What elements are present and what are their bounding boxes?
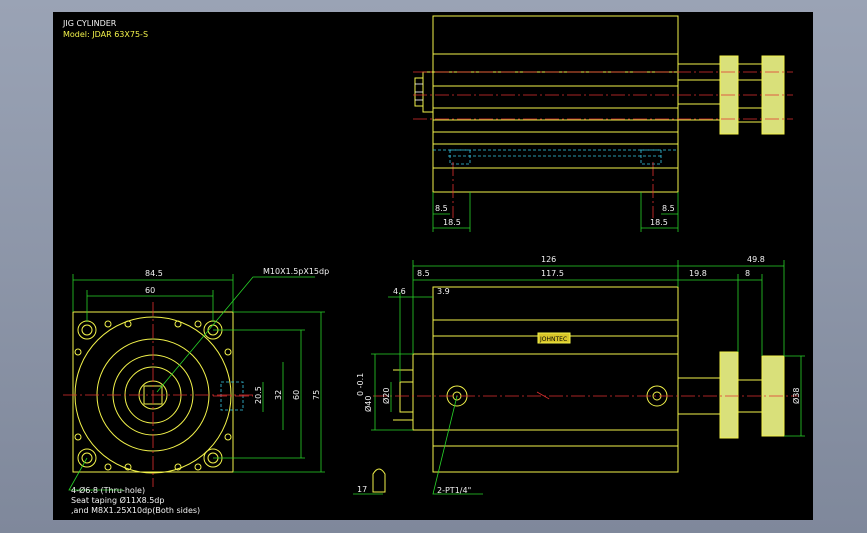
front-dim-32: 32 [274, 390, 283, 400]
front-note-2: Seat taping Ø11X8.5dp [71, 495, 164, 505]
drawing-title: JIG CYLINDER [62, 19, 117, 28]
top-body-outline [432, 15, 679, 145]
top-dim-a: 8.5 [435, 204, 448, 213]
front-note-3: ,and M8X1.25X10dp(Both sides) [71, 506, 200, 515]
side-view: JOHNTEC 126 49.8 117.5 8.5 19.8 8 4.6 3.… [353, 255, 805, 495]
top-dim-d: 18.5 [650, 218, 668, 227]
side-dim-dia-20: Ø20 [381, 388, 391, 404]
top-dim-c: 8.5 [662, 204, 675, 213]
side-dim-4-6: 4.6 [393, 287, 406, 296]
drawing-canvas[interactable]: JIG CYLINDER Model: JDAR 63X75-S 8.5 18.… [53, 12, 813, 520]
side-dim-total: 126 [541, 255, 556, 264]
front-note-1: 4-Ø6.8 (Thru-hole) [71, 485, 145, 495]
name-plate-label: JOHNTEC [539, 336, 567, 343]
top-view: 8.5 18.5 8.5 18.5 [413, 15, 793, 232]
cad-window: JIG CYLINDER Model: JDAR 63X75-S 8.5 18.… [0, 0, 867, 533]
side-dim-dia-40-tol: 0 -0.1 [356, 373, 365, 396]
side-dim-dia-40: Ø40 [363, 396, 373, 412]
front-thread-callout: M10X1.5pX15dp [263, 267, 329, 276]
side-dim-extra: 49.8 [747, 255, 765, 264]
drawing-model: Model: JDAR 63X75-S [63, 30, 148, 39]
side-dim-19-8: 19.8 [689, 269, 707, 278]
front-dim-20-5: 20.5 [254, 386, 263, 404]
side-dim-8: 8 [745, 269, 750, 278]
front-dim-width-inner: 60 [145, 286, 155, 295]
front-corner-holes [77, 320, 223, 468]
front-dim-width-outer: 84.5 [145, 269, 163, 278]
side-dim-dia-38: Ø38 [791, 388, 801, 404]
side-body-outline [432, 286, 679, 473]
side-port-callout: 2-PT1/4" [437, 486, 471, 495]
top-dim-b: 18.5 [443, 218, 461, 227]
side-dim-3-9: 3.9 [437, 287, 450, 296]
front-dim-60: 60 [292, 390, 301, 400]
front-view: 84.5 60 20.5 32 60 75 M10X1.5pX15dp 4-Ø6… [63, 267, 329, 515]
side-dim-17: 17 [357, 485, 367, 494]
side-dim-8-5: 8.5 [417, 269, 430, 278]
side-knurl-nut-1 [719, 351, 739, 439]
side-dim-117-5: 117.5 [541, 269, 564, 278]
drawing-svg: JIG CYLINDER Model: JDAR 63X75-S 8.5 18.… [62, 15, 805, 515]
front-dim-75: 75 [312, 390, 321, 400]
